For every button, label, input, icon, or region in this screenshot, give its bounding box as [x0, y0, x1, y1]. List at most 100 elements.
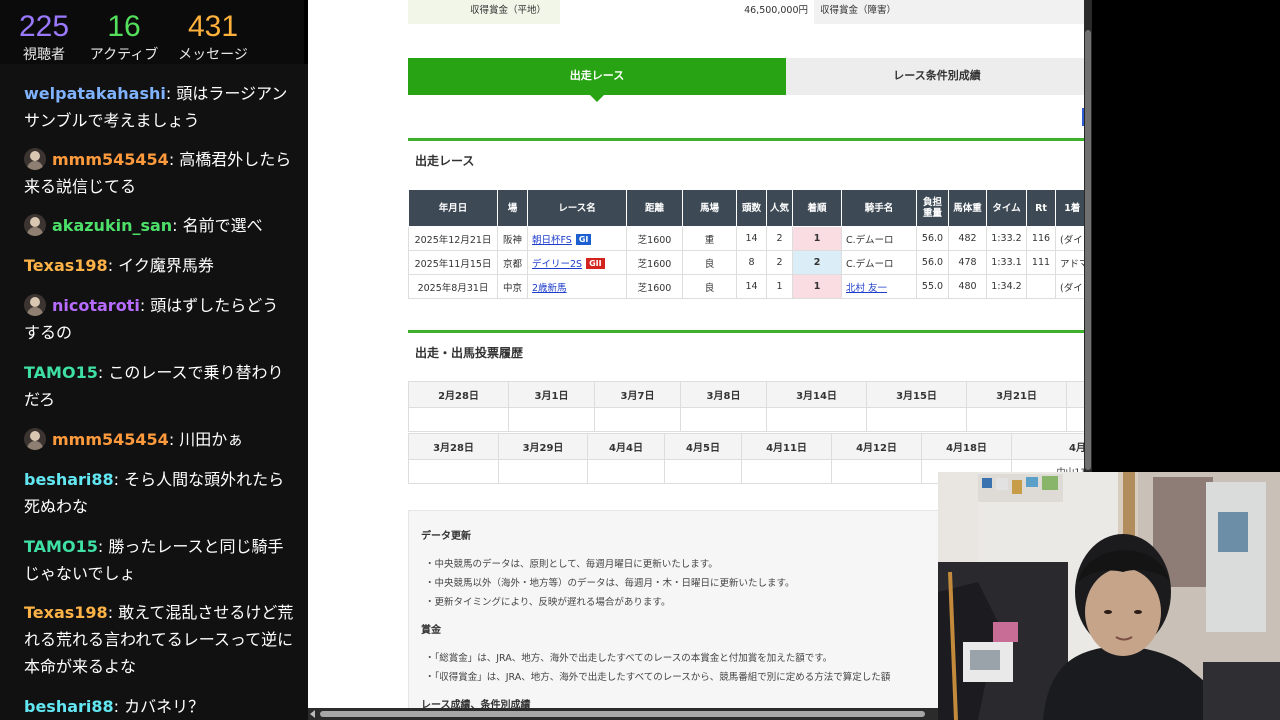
history-date: 3月1日 — [508, 381, 595, 408]
grade-badge: GI — [575, 233, 592, 245]
race-venue: 中京 — [497, 274, 528, 299]
update-heading: データ更新 — [421, 531, 471, 542]
col-distance: 距離 — [626, 189, 683, 227]
tab-races-label: 出走レース — [569, 69, 625, 82]
chat-username[interactable]: TAMO15 — [24, 537, 98, 556]
race-name-link[interactable]: デイリー2S — [532, 259, 582, 270]
stream-stats: 225 視聴者 16 アクティブ 431 メッセージ — [0, 0, 304, 64]
race-body-weight: 480 — [948, 274, 987, 299]
chat-username[interactable]: Texas198 — [24, 603, 108, 622]
chat-username[interactable]: akazukin_san — [52, 216, 172, 235]
race-weight: 55.0 — [916, 274, 949, 299]
races-table: 年月日 場 レース名 距離 馬場 頭数 人気 着順 騎手名 負担 重量 馬体重 … — [408, 189, 1090, 299]
chat-message: Texas198: イク魔界馬券 — [24, 252, 294, 279]
chat-username[interactable]: nicotaroti — [52, 296, 140, 315]
section-divider — [408, 330, 1088, 333]
race-distance: 芝1600 — [626, 274, 683, 299]
history-header-row: 3月28日 3月29日 4月4日 4月5日 4月11日 4月12日 4月18日 … — [408, 433, 1089, 460]
horizontal-scrollbar[interactable] — [308, 708, 938, 720]
chat-text: : イク魔界馬券 — [107, 256, 214, 275]
prize-heading: 賞金 — [421, 625, 441, 636]
race-name-link[interactable]: 2歳新馬 — [532, 283, 567, 294]
viewers-stat: 225 視聴者 — [16, 10, 72, 64]
avatar — [24, 148, 46, 170]
chat-message: beshari88: カバネリ？ — [24, 693, 294, 720]
race-time: 1:34.2 — [986, 274, 1027, 299]
race-date: 2025年12月21日 — [408, 226, 498, 251]
viewers-label: 視聴者 — [23, 47, 65, 63]
earnings-flat-label: 収得賞金（平地） — [470, 5, 547, 16]
horizontal-scroll-thumb[interactable] — [320, 711, 925, 717]
prize-item: ・「収得賞金」は、JRA、地方、海外で出走したすべてのレースから、競馬番組で別に… — [425, 672, 891, 683]
race-distance: 芝1600 — [626, 250, 683, 275]
race-going: 良 — [682, 250, 737, 275]
history-date: 3月14日 — [766, 381, 867, 408]
history-cell — [594, 407, 681, 432]
race-popularity: 1 — [766, 274, 793, 299]
history-cell — [408, 407, 509, 432]
table-row: 2025年11月15日 京都 デイリー2S GII 芝1600 良 8 2 2 C… — [408, 250, 1090, 275]
race-runners: 14 — [736, 226, 767, 251]
race-jockey: C.デムーロ — [841, 226, 917, 251]
chat-username[interactable]: beshari88 — [24, 470, 114, 489]
race-popularity: 2 — [766, 250, 793, 275]
race-distance: 芝1600 — [626, 226, 683, 251]
chat-message: akazukin_san: 名前で選べ — [24, 212, 294, 239]
history-cell — [831, 459, 922, 484]
chat-message: TAMO15: このレースで乗り替わりだろ — [24, 359, 294, 413]
race-finish: 1 — [792, 274, 842, 299]
history-date: 4月18日 — [921, 433, 1012, 460]
chat-message: mmm545454: 高橋君外したら来る説信じてる — [24, 146, 294, 200]
chat-username[interactable]: Texas198 — [24, 256, 108, 275]
messages-stat: 431 メッセージ — [174, 10, 252, 64]
table-row: 2025年12月21日 阪神 朝日杯FS GI 芝1600 重 14 2 1 C.… — [408, 226, 1090, 251]
col-weight: 負担 重量 — [916, 189, 949, 227]
history-cell — [508, 407, 595, 432]
history-date: 3月21日 — [966, 381, 1067, 408]
race-runners: 8 — [736, 250, 767, 275]
race-runners: 14 — [736, 274, 767, 299]
update-item: ・更新タイミングにより、反映が遅れる場合があります。 — [425, 597, 671, 608]
race-name-link[interactable]: 朝日杯FS — [532, 235, 572, 246]
jockey-link[interactable]: 北村 友一 — [846, 283, 887, 294]
race-weight: 56.0 — [916, 250, 949, 275]
col-venue: 場 — [497, 189, 528, 227]
chat-username[interactable]: mmm545454 — [52, 430, 169, 449]
race-date: 2025年11月15日 — [408, 250, 498, 275]
col-date: 年月日 — [408, 189, 498, 227]
history-cell — [587, 459, 665, 484]
earnings-flat-value: 46,500,000円 — [744, 5, 808, 16]
chat-username[interactable]: TAMO15 — [24, 363, 98, 382]
history-date: 4月5日 — [664, 433, 742, 460]
race-venue: 京都 — [497, 250, 528, 275]
history-value-row — [408, 407, 1089, 432]
chat-panel[interactable]: welpatakahashi: 頭はラージアンサンブルで考えましょう mmm54… — [0, 64, 308, 720]
chat-username[interactable]: mmm545454 — [52, 150, 169, 169]
col-jockey: 騎手名 — [841, 189, 917, 227]
chat-message: mmm545454: 川田かぁ — [24, 426, 294, 453]
update-item: ・中央競馬以外（海外・地方等）のデータは、毎週月・木・日曜日に更新いたします。 — [425, 578, 795, 589]
race-body-weight: 478 — [948, 250, 987, 275]
col-going: 馬場 — [682, 189, 737, 227]
race-time: 1:33.2 — [986, 226, 1027, 251]
chat-message: TAMO15: 勝ったレースと同じ騎手じゃないでしょ — [24, 533, 294, 587]
tab-condition-results[interactable]: レース条件別成績 — [786, 58, 1088, 95]
vertical-scroll-thumb[interactable] — [1085, 30, 1091, 470]
history-cell — [664, 459, 742, 484]
tab-races[interactable]: 出走レース — [408, 58, 786, 102]
history-date: 3月28日 — [408, 433, 499, 460]
table-row: 2025年8月31日 中京 2歳新馬 芝1600 良 14 1 1 北村 友一 … — [408, 274, 1090, 299]
tab-condition-results-label: レース条件別成績 — [893, 69, 981, 82]
chat-username[interactable]: beshari88 — [24, 697, 114, 716]
col-race-name: レース名 — [527, 189, 627, 227]
chat-message: welpatakahashi: 頭はラージアンサンブルで考えましょう — [24, 80, 294, 134]
active-label: アクティブ — [89, 47, 159, 63]
col-body-weight: 馬体重 — [948, 189, 987, 227]
chat-username[interactable]: welpatakahashi — [24, 84, 166, 103]
history-cell — [408, 459, 499, 484]
history-header-row: 2月28日 3月1日 3月7日 3月8日 3月14日 3月15日 3月21日 — [408, 381, 1089, 408]
scroll-left-arrow-icon[interactable] — [310, 710, 315, 718]
section-divider — [408, 138, 1088, 141]
race-venue: 阪神 — [497, 226, 528, 251]
history-table-1: 2月28日 3月1日 3月7日 3月8日 3月14日 3月15日 3月21日 — [408, 381, 1089, 432]
